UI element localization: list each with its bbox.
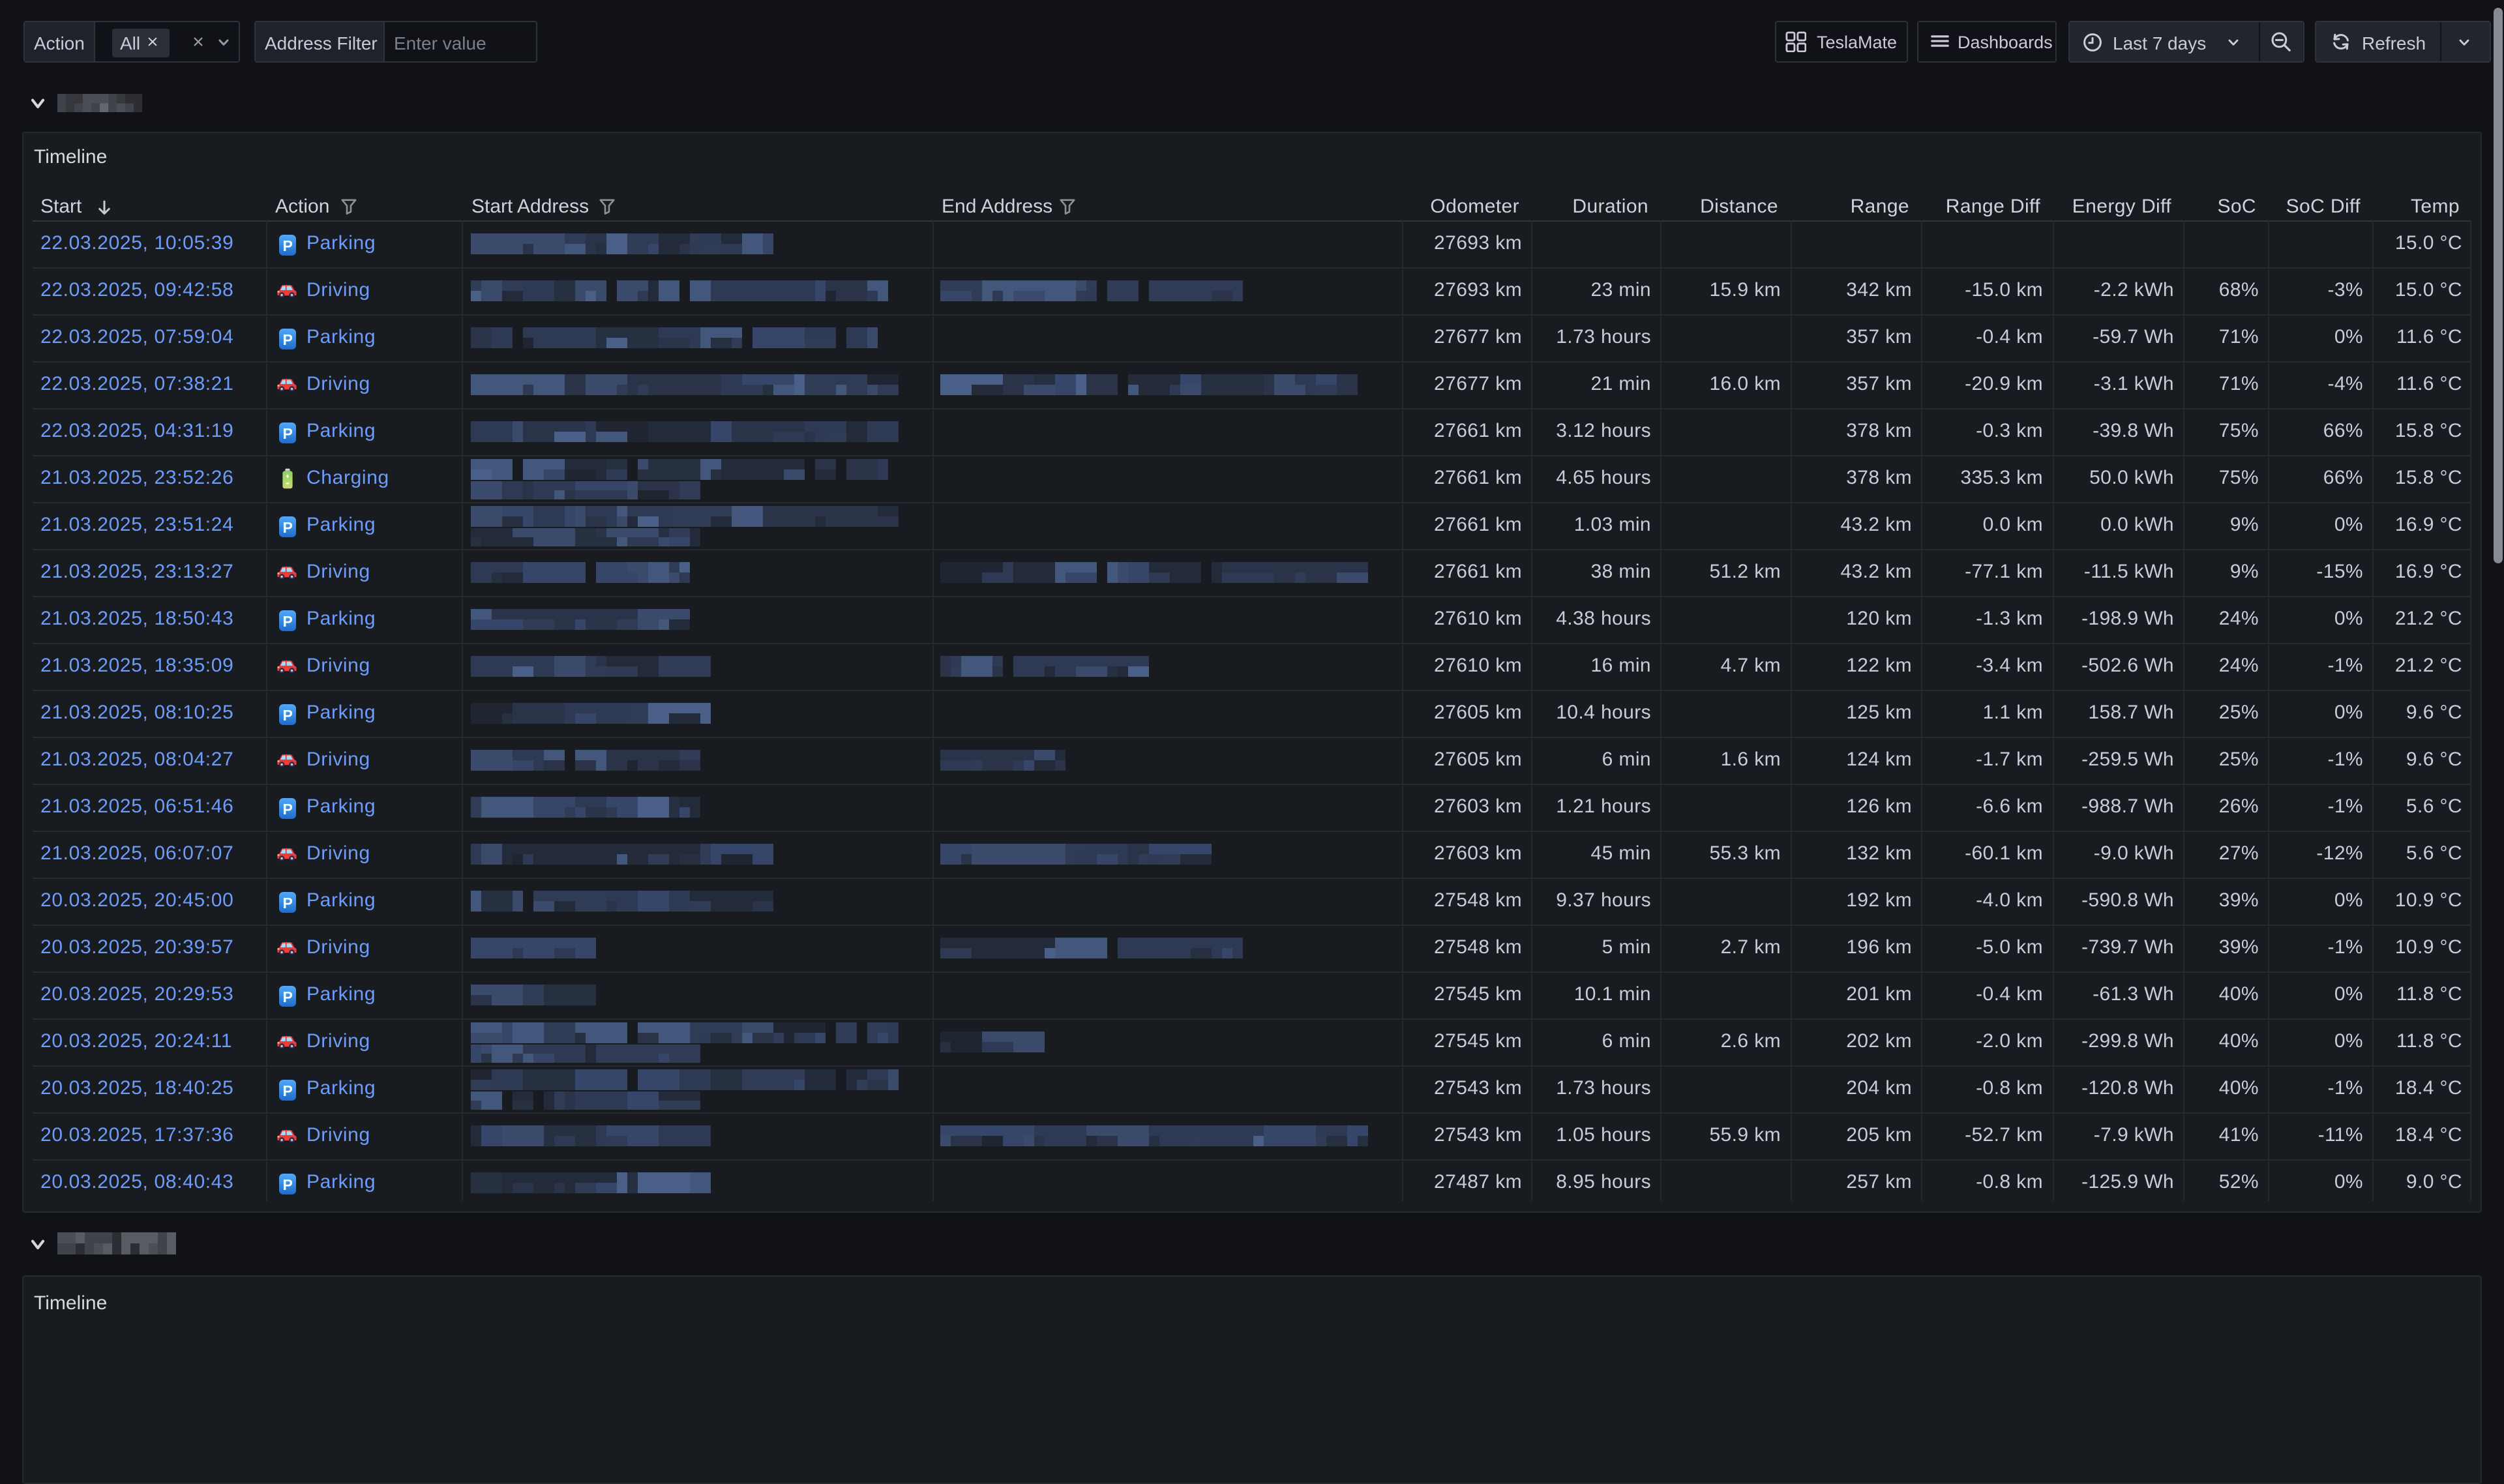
svg-text:P: P [282,613,292,630]
svg-text:P: P [282,988,292,1005]
svg-text:P: P [282,519,292,536]
svg-text:P: P [282,237,292,254]
svg-text:P: P [282,801,292,818]
svg-text:P: P [282,1082,292,1099]
svg-text:P: P [282,425,292,442]
svg-text:P: P [282,1176,292,1193]
svg-text:P: P [282,707,292,724]
svg-text:P: P [282,331,292,348]
svg-text:P: P [282,895,292,912]
